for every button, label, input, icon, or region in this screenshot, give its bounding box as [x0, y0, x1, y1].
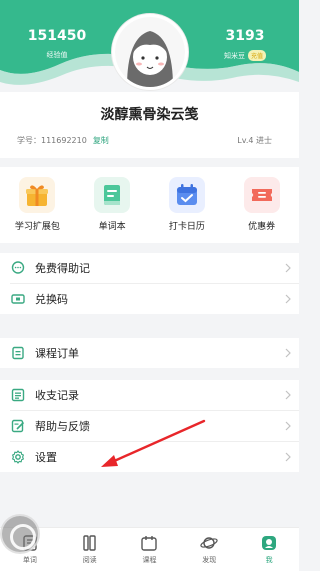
experience-stat[interactable]: 151450 经验值 [12, 28, 102, 60]
menu-item-help-feedback[interactable]: 帮助与反馈 [0, 411, 299, 441]
level-badge: Lv.4 进士 [237, 136, 272, 145]
quick-item-label: 打卡日历 [168, 222, 205, 232]
quick-item-label: 学习扩展包 [14, 222, 60, 232]
menu-group-account: 收支记录 帮助与反馈 设置 [0, 380, 299, 472]
order-list-icon [10, 345, 26, 361]
chevron-right-icon [285, 452, 291, 462]
word-book-icon [94, 177, 131, 213]
menu-item-free-mnemonics[interactable]: 免费得助记 [0, 253, 299, 283]
quick-actions-grid: 学习扩展包 单词本 打卡日历 优惠券 [0, 167, 299, 243]
quick-item-checkin-calendar[interactable]: 打卡日历 [150, 167, 225, 243]
tab-label: 课程 [142, 556, 157, 564]
beans-stat[interactable]: 3193 知米豆 充值 [200, 28, 290, 61]
bottom-navigation: 单词 阅读 课程 发现 我 [0, 527, 299, 571]
chevron-right-icon [285, 348, 291, 358]
chat-bubble-icon [10, 260, 26, 276]
ticket-icon [10, 291, 26, 307]
tab-discover[interactable]: 发现 [179, 528, 239, 571]
experience-value: 151450 [27, 28, 87, 44]
menu-item-label: 免费得助记 [35, 262, 90, 275]
student-id: 学号：111692210 [17, 136, 87, 145]
chevron-right-icon [285, 390, 291, 400]
tab-me[interactable]: 我 [239, 528, 299, 571]
menu-item-label: 兑换码 [35, 293, 68, 306]
chevron-right-icon [285, 263, 291, 273]
me-icon [262, 536, 277, 550]
course-icon [141, 536, 158, 551]
beans-value: 3193 [225, 28, 265, 44]
tab-label: 发现 [202, 556, 217, 564]
menu-item-transaction-records[interactable]: 收支记录 [0, 380, 299, 410]
planet-icon [200, 537, 218, 549]
menu-group-orders: 课程订单 [0, 338, 299, 368]
menu-item-label: 课程订单 [35, 347, 79, 360]
menu-item-label: 收支记录 [35, 389, 79, 402]
menu-item-label: 设置 [35, 451, 57, 464]
experience-label: 经验值 [46, 51, 68, 59]
tab-courses[interactable]: 课程 [120, 528, 180, 571]
avatar[interactable] [112, 14, 188, 90]
gear-icon [10, 449, 26, 465]
gift-box-icon [19, 177, 56, 213]
profile-info: 淡醇熏骨染云笺 学号：111692210 复制 Lv.4 进士 [0, 92, 299, 158]
record-icon [10, 387, 26, 403]
recharge-badge[interactable]: 充值 [247, 50, 266, 61]
menu-item-settings[interactable]: 设置 [0, 442, 299, 472]
tab-reading[interactable]: 阅读 [60, 528, 120, 571]
menu-group-benefits: 免费得助记 兑换码 [0, 253, 299, 314]
avatar-girl-illustration [115, 17, 185, 87]
tab-label: 我 [265, 556, 273, 564]
edit-note-icon [10, 418, 26, 434]
menu-item-label: 帮助与反馈 [35, 420, 90, 433]
quick-item-word-book[interactable]: 单词本 [75, 167, 150, 243]
username: 淡醇熏骨染云笺 [100, 107, 199, 123]
chevron-right-icon [285, 294, 291, 304]
read-icon [82, 535, 96, 551]
assistive-touch-button[interactable] [0, 514, 40, 554]
tab-label: 阅读 [82, 556, 97, 564]
beans-label: 知米豆 [223, 51, 245, 60]
menu-item-redeem-code[interactable]: 兑换码 [0, 284, 299, 314]
copy-id-button[interactable]: 复制 [93, 135, 109, 146]
chevron-right-icon [285, 421, 291, 431]
quick-item-label: 优惠券 [248, 222, 276, 232]
quick-item-coupons[interactable]: 优惠券 [224, 167, 299, 243]
menu-item-course-orders[interactable]: 课程订单 [0, 338, 299, 368]
quick-item-extension-pack[interactable]: 学习扩展包 [0, 167, 75, 243]
calendar-icon [168, 177, 205, 213]
coupon-icon [243, 177, 280, 213]
quick-item-label: 单词本 [98, 222, 126, 232]
tab-label: 单词 [22, 556, 37, 564]
